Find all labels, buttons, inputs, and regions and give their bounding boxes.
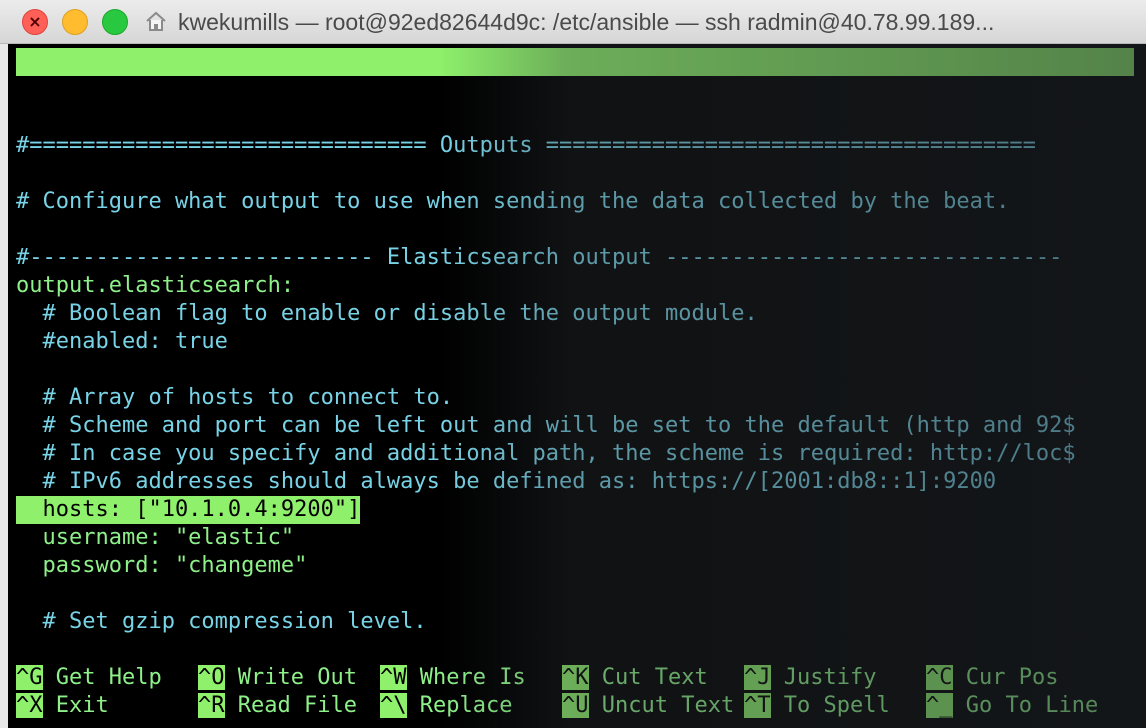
- shortcut-justify[interactable]: ^J Justify: [744, 664, 876, 692]
- ipv6-comment: # IPv6 addresses should always be define…: [16, 469, 997, 494]
- shortcut-cur-pos[interactable]: ^C Cur Pos: [926, 664, 1058, 692]
- additional-path-comment: # In case you specify and additional pat…: [16, 441, 1076, 466]
- shortcut-cut-text[interactable]: ^K Cut Text: [562, 664, 708, 692]
- title-bar[interactable]: × kwekumills — root@92ed82644d9c: /etc/a…: [0, 0, 1146, 44]
- boolean-flag-comment: # Boolean flag to enable or disable the …: [16, 301, 758, 326]
- nano-version: GNU nano 2.9.3: [44, 77, 230, 102]
- shortcut-read-file[interactable]: ^R Read File: [198, 692, 357, 720]
- enabled-comment: #enabled: true: [16, 329, 228, 354]
- minimize-button[interactable]: [62, 9, 88, 35]
- close-button[interactable]: ×: [22, 9, 48, 35]
- shortcut-replace[interactable]: ^\ Replace: [380, 692, 512, 720]
- shortcut-to-spell[interactable]: ^T To Spell: [744, 692, 890, 720]
- shortcut-exit[interactable]: ^X Exit: [16, 692, 109, 720]
- scheme-port-comment: # Scheme and port can be left out and wi…: [16, 413, 1076, 438]
- nano-header: GNU nano 2.9.3 filebeat-config.yml: [16, 48, 1134, 130]
- home-icon: [146, 11, 166, 31]
- shortcut-write-out[interactable]: ^O Write Out: [198, 664, 357, 692]
- output-elasticsearch-key: output.elasticsearch:: [16, 273, 295, 298]
- window-title: kwekumills — root@92ed82644d9c: /etc/ans…: [178, 9, 995, 35]
- window-edge: [0, 44, 8, 728]
- outputs-section-header: #============================== Outputs …: [16, 133, 1036, 158]
- password-line[interactable]: password: "changeme": [16, 552, 307, 580]
- close-icon: ×: [28, 12, 42, 31]
- shortcut-get-help[interactable]: ^G Get Help: [16, 664, 162, 692]
- file-name: filebeat-config.yml: [479, 105, 731, 130]
- elasticsearch-section-header: #-------------------------- Elasticsearc…: [16, 245, 1063, 270]
- shortcut-go-to-line[interactable]: ^_ Go To Line: [926, 692, 1098, 720]
- zoom-button[interactable]: [102, 9, 128, 35]
- shortcut-row-1: ^G Get Help ^O Write Out ^W Where Is ^K …: [16, 664, 1134, 692]
- username-line[interactable]: username: "elastic": [16, 524, 294, 552]
- shortcut-uncut-text[interactable]: ^U Uncut Text: [562, 692, 734, 720]
- array-hosts-comment: # Array of hosts to connect to.: [16, 385, 454, 410]
- shortcut-where-is[interactable]: ^W Where Is: [380, 664, 526, 692]
- terminal-window: × kwekumills — root@92ed82644d9c: /etc/a…: [0, 0, 1146, 728]
- gzip-comment: # Set gzip compression level.: [16, 609, 427, 634]
- hosts-line[interactable]: hosts: ["10.1.0.4:9200"]: [16, 496, 361, 524]
- output-config-comment: # Configure what output to use when send…: [16, 189, 1010, 214]
- shortcut-row-2: ^X Exit ^R Read File ^\ Replace ^U Uncut…: [16, 692, 1134, 720]
